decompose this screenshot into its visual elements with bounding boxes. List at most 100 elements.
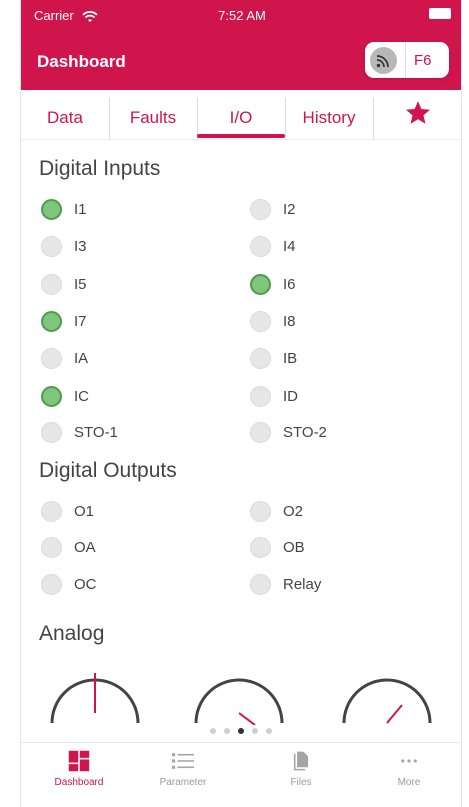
input-ic: IC bbox=[41, 384, 89, 408]
signal-icon bbox=[376, 55, 389, 68]
bottom-tab-bar: Dashboard Parameter Files More bbox=[21, 742, 461, 807]
output-ob: OB bbox=[250, 535, 305, 559]
io-label: Relay bbox=[283, 575, 322, 593]
input-i5: I5 bbox=[41, 272, 87, 296]
input-i8: I8 bbox=[250, 309, 296, 333]
led-indicator bbox=[250, 198, 271, 220]
io-label: I1 bbox=[74, 200, 87, 218]
io-label: STO-2 bbox=[283, 423, 327, 441]
input-ib: IB bbox=[250, 346, 297, 370]
io-label: O1 bbox=[74, 502, 95, 520]
tab-strip: Data Faults I/O History bbox=[21, 90, 461, 140]
input-i7: I7 bbox=[41, 309, 87, 333]
io-label: IC bbox=[74, 387, 89, 405]
led-indicator bbox=[250, 347, 271, 369]
tabbar-files[interactable]: Files bbox=[257, 750, 345, 788]
io-label: OB bbox=[283, 538, 305, 556]
input-i4: I4 bbox=[250, 234, 296, 258]
led-indicator bbox=[250, 500, 271, 522]
led-indicator bbox=[41, 500, 62, 522]
led-indicator bbox=[41, 385, 62, 407]
io-label: OC bbox=[74, 575, 97, 593]
input-id: ID bbox=[250, 384, 298, 408]
output-o1: O1 bbox=[41, 499, 94, 523]
tab-favorites[interactable] bbox=[373, 90, 461, 140]
app-frame: Carrier 7:52 AM Dashboard F6 Data Faults… bbox=[20, 0, 462, 807]
output-relay: Relay bbox=[250, 572, 321, 596]
io-label: ID bbox=[283, 387, 298, 405]
tab-faults[interactable]: Faults bbox=[109, 90, 197, 140]
page-dot bbox=[224, 728, 230, 734]
led-indicator bbox=[41, 347, 62, 369]
led-indicator bbox=[41, 421, 62, 443]
active-tab-indicator bbox=[197, 134, 285, 138]
led-indicator bbox=[41, 235, 62, 257]
digital-inputs-title: Digital Inputs bbox=[39, 157, 161, 180]
io-label: IB bbox=[283, 349, 298, 367]
io-label: I3 bbox=[74, 237, 87, 255]
input-i6: I6 bbox=[250, 272, 296, 296]
led-indicator bbox=[41, 573, 62, 595]
input-i2: I2 bbox=[250, 197, 296, 221]
tabbar-parameter[interactable]: Parameter bbox=[139, 750, 227, 788]
connection-group: F6 bbox=[365, 42, 449, 78]
analog-gauge-1[interactable] bbox=[47, 665, 143, 725]
io-label: STO-1 bbox=[74, 423, 118, 441]
status-bar: Carrier 7:52 AM bbox=[21, 0, 461, 34]
input-sto-2: STO-2 bbox=[250, 420, 327, 444]
analog-title: Analog bbox=[39, 622, 105, 645]
io-label: OA bbox=[74, 538, 96, 556]
tab-io[interactable]: I/O bbox=[197, 90, 285, 140]
led-indicator bbox=[250, 385, 271, 407]
analog-gauge-3[interactable] bbox=[339, 665, 435, 725]
led-indicator bbox=[250, 273, 271, 295]
input-i1: I1 bbox=[41, 197, 87, 221]
led-indicator bbox=[41, 273, 62, 295]
star-icon bbox=[405, 101, 431, 124]
led-indicator bbox=[250, 310, 271, 332]
input-ia: IA bbox=[41, 346, 88, 370]
output-oc: OC bbox=[41, 572, 97, 596]
led-indicator bbox=[41, 310, 62, 332]
connection-button[interactable] bbox=[370, 47, 397, 74]
led-indicator bbox=[250, 536, 271, 558]
tabbar-more[interactable]: More bbox=[365, 750, 453, 788]
tab-history[interactable]: History bbox=[285, 90, 373, 140]
page-dot bbox=[210, 728, 216, 734]
input-i3: I3 bbox=[41, 234, 87, 258]
list-icon bbox=[172, 753, 194, 769]
page-dot bbox=[266, 728, 272, 734]
connection-divider bbox=[405, 42, 406, 78]
page-control[interactable] bbox=[21, 728, 461, 734]
header: Carrier 7:52 AM Dashboard F6 bbox=[21, 0, 461, 90]
io-label: I6 bbox=[283, 275, 296, 293]
status-time: 7:52 AM bbox=[218, 8, 266, 23]
io-label: I4 bbox=[283, 237, 296, 255]
output-oa: OA bbox=[41, 535, 96, 559]
files-icon bbox=[293, 751, 309, 771]
input-sto-1: STO-1 bbox=[41, 420, 118, 444]
led-indicator bbox=[250, 421, 271, 443]
tabbar-label: Parameter bbox=[159, 777, 207, 788]
led-indicator bbox=[250, 573, 271, 595]
led-indicator bbox=[41, 536, 62, 558]
io-label: I2 bbox=[283, 200, 296, 218]
tabbar-label: Files bbox=[290, 777, 312, 788]
io-label: I7 bbox=[74, 312, 87, 330]
digital-outputs-title: Digital Outputs bbox=[39, 459, 177, 482]
tabbar-dashboard[interactable]: Dashboard bbox=[35, 750, 123, 788]
more-icon bbox=[401, 759, 417, 763]
io-label: I5 bbox=[74, 275, 87, 293]
analog-gauge-2[interactable] bbox=[191, 665, 287, 725]
page-dot bbox=[252, 728, 258, 734]
drive-id-button[interactable]: F6 bbox=[414, 52, 432, 69]
page-title: Dashboard bbox=[37, 52, 126, 71]
io-label: O2 bbox=[283, 502, 304, 520]
io-label: IA bbox=[74, 349, 89, 367]
led-indicator bbox=[250, 235, 271, 257]
page-dot bbox=[238, 728, 244, 734]
led-indicator bbox=[41, 198, 62, 220]
dashboard-icon bbox=[68, 750, 90, 772]
tabbar-label: More bbox=[397, 777, 421, 788]
tab-data[interactable]: Data bbox=[21, 90, 109, 140]
